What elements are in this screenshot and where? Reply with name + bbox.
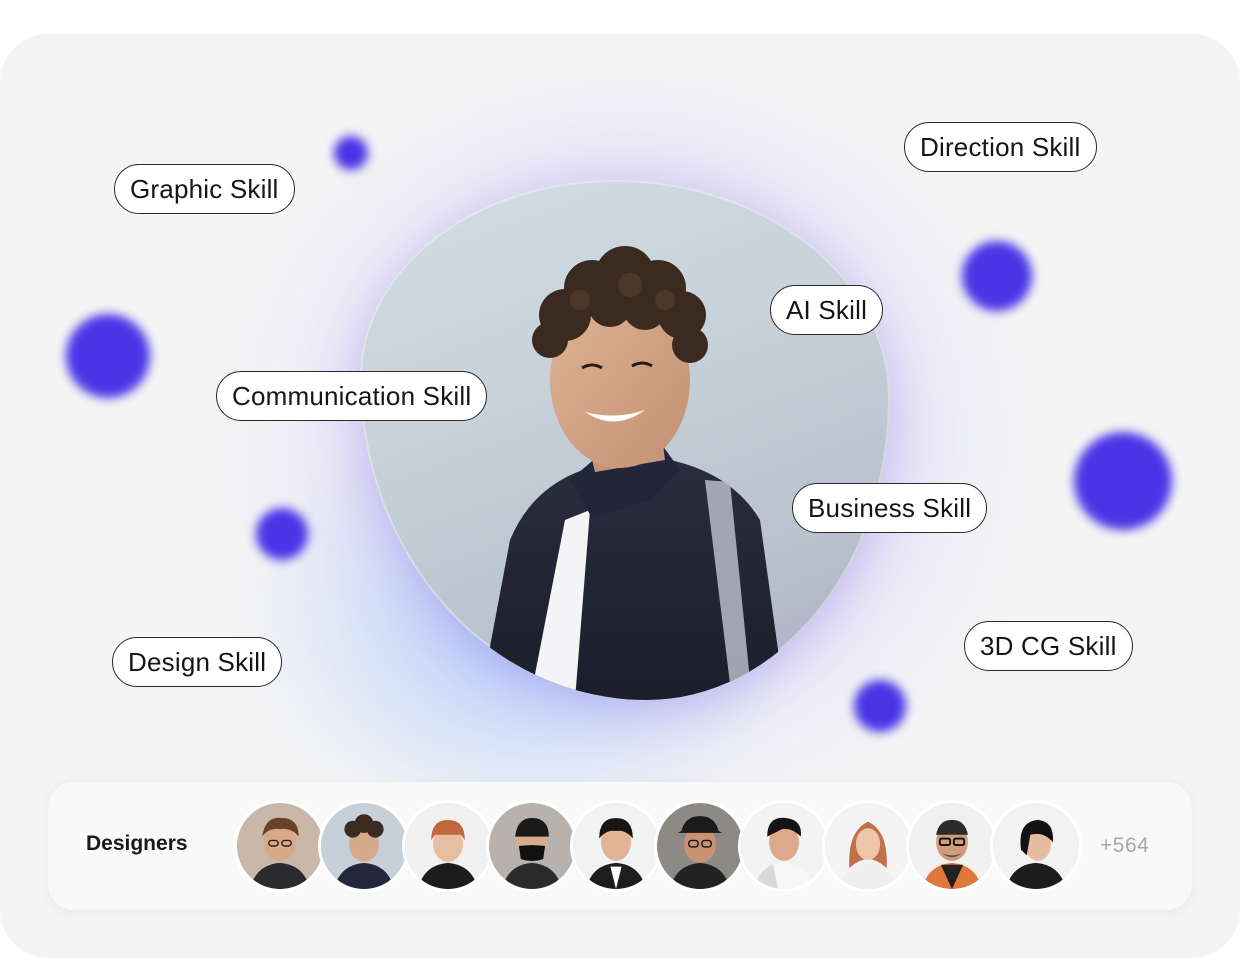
skill-label: Communication Skill: [232, 380, 472, 411]
skill-pill-design[interactable]: Design Skill: [112, 637, 283, 687]
decor-dot: [256, 508, 308, 560]
decor-dot: [66, 314, 150, 398]
more-designers-count[interactable]: +564: [1100, 834, 1149, 858]
skill-label: Graphic Skill: [130, 173, 279, 204]
skill-pill-business[interactable]: Business Skill: [792, 483, 988, 533]
decor-dot: [962, 241, 1032, 311]
skill-pill-ai[interactable]: AI Skill: [770, 285, 884, 335]
designer-avatar[interactable]: [990, 800, 1082, 892]
skill-label: AI Skill: [786, 294, 868, 325]
designer-avatar[interactable]: [738, 800, 830, 892]
decor-dot: [334, 136, 368, 170]
skill-pill-3d-cg[interactable]: 3D CG Skill: [964, 621, 1133, 671]
skill-pill-direction[interactable]: Direction Skill: [904, 122, 1097, 172]
designer-avatar[interactable]: [822, 800, 914, 892]
skill-pill-graphic[interactable]: Graphic Skill: [114, 164, 295, 214]
designer-avatar[interactable]: [654, 800, 746, 892]
designer-avatar[interactable]: [402, 800, 494, 892]
designers-label: Designers: [86, 832, 188, 855]
skill-label: Design Skill: [128, 646, 267, 677]
designer-avatar[interactable]: [318, 800, 410, 892]
designer-avatar[interactable]: [486, 800, 578, 892]
skill-label: Direction Skill: [920, 131, 1081, 162]
designer-avatar[interactable]: [906, 800, 998, 892]
skill-pill-communication[interactable]: Communication Skill: [216, 371, 488, 421]
designer-avatar[interactable]: [570, 800, 662, 892]
designer-photo: [480, 246, 785, 700]
skill-label: 3D CG Skill: [980, 630, 1117, 661]
skill-label: Business Skill: [808, 492, 972, 523]
decor-dot: [1074, 432, 1172, 530]
featured-designer-portrait: [360, 180, 890, 700]
designer-avatar[interactable]: [234, 800, 326, 892]
